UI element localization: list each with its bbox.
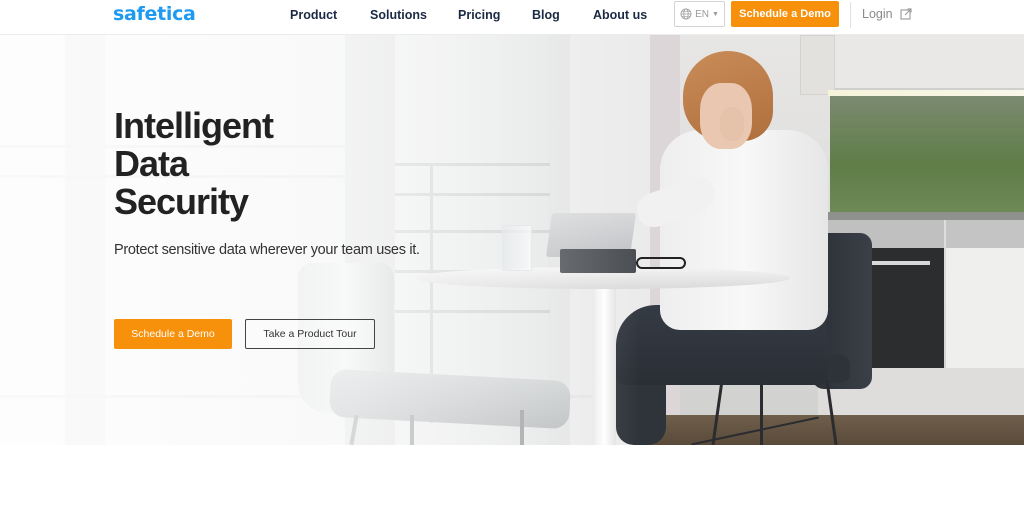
hero-heading-line: Security [114, 181, 249, 222]
top-navigation: safetica Product Solutions Pricing Blog … [0, 0, 1024, 35]
hero-schedule-demo-button[interactable]: Schedule a Demo [114, 319, 232, 349]
hero-subtitle: Protect sensitive data wherever your tea… [114, 242, 420, 258]
nav-link-blog[interactable]: Blog [532, 8, 560, 22]
language-value: EN [695, 8, 709, 20]
hero-heading-line: Intelligent [114, 105, 274, 146]
safetica-logo[interactable]: safetica [113, 3, 196, 25]
nav-link-about-us[interactable]: About us [593, 8, 647, 22]
caret-down-icon: ▼ [711, 10, 719, 18]
nav-link-pricing[interactable]: Pricing [458, 8, 500, 22]
login-label: Login [862, 7, 893, 21]
nav-link-solutions[interactable]: Solutions [370, 8, 427, 22]
login-link[interactable]: Login [862, 7, 912, 21]
nav-divider [850, 2, 851, 28]
language-selector[interactable]: EN ▼ [674, 1, 725, 27]
hero-product-tour-button[interactable]: Take a Product Tour [245, 319, 375, 349]
hero-section: Intelligent Data Security Protect sensit… [0, 35, 1024, 445]
external-link-icon [899, 8, 912, 20]
nav-link-product[interactable]: Product [290, 8, 337, 22]
nav-schedule-demo-button[interactable]: Schedule a Demo [731, 1, 839, 27]
hero-heading: Intelligent Data Security [114, 105, 274, 222]
globe-icon [680, 8, 692, 20]
hero-heading-line: Data [114, 143, 189, 184]
